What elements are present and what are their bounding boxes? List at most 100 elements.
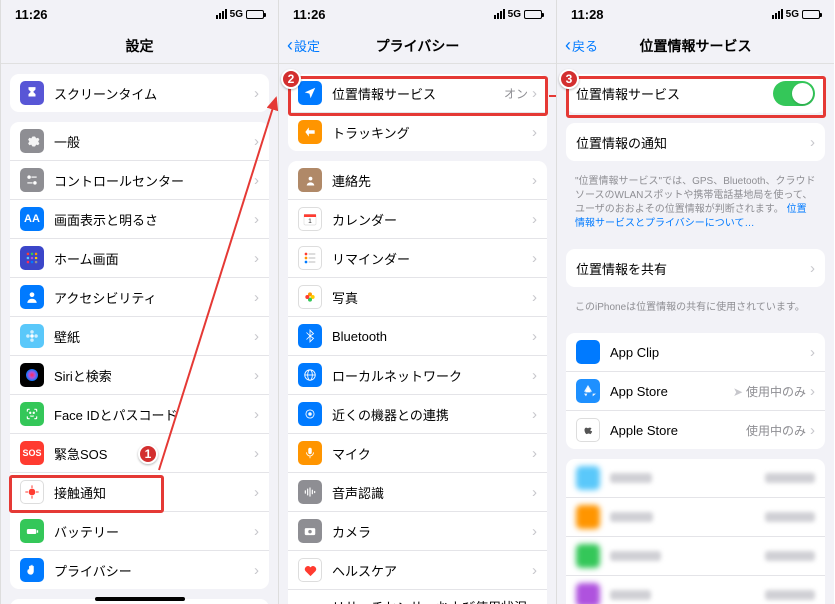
- row-label: App Store: [610, 384, 733, 399]
- list-item[interactable]: カメラ›: [288, 512, 547, 551]
- row-detail: 使用中のみ: [746, 422, 806, 439]
- apple-icon: [576, 418, 600, 442]
- list-item[interactable]: 位置情報の通知›: [566, 123, 825, 161]
- chevron-right-icon: ›: [532, 406, 537, 423]
- appclip-icon: [576, 340, 600, 364]
- chevron-right-icon: ›: [254, 484, 259, 501]
- calendar-icon: 1: [298, 207, 322, 231]
- chevron-right-icon: ›: [254, 85, 259, 102]
- list-item[interactable]: ローカルネットワーク›: [288, 356, 547, 395]
- row-label: 位置情報を共有: [576, 259, 810, 278]
- chevron-right-icon: ›: [254, 250, 259, 267]
- footer-note-2: このiPhoneは位置情報の共有に使用されています。: [557, 297, 834, 323]
- list-item[interactable]: AA画面表示と明るさ›: [10, 200, 269, 239]
- list-item[interactable]: App Store➤使用中のみ›: [566, 372, 825, 411]
- list-item-blurred: [566, 576, 825, 604]
- list-item[interactable]: リサーチセンサーおよび使用状況データ›: [288, 590, 547, 604]
- chevron-right-icon: ›: [254, 406, 259, 423]
- row-label: プライバシー: [54, 561, 254, 580]
- row-label: Bluetooth: [332, 329, 532, 344]
- list-item[interactable]: Bluetooth›: [288, 317, 547, 356]
- content-scroll[interactable]: 位置情報サービス 位置情報の通知› "位置情報サービス"では、GPS、Bluet…: [557, 64, 834, 604]
- list-item[interactable]: トラッキング›: [288, 113, 547, 151]
- list-item[interactable]: 接触通知›: [10, 473, 269, 512]
- list-item[interactable]: マイク›: [288, 434, 547, 473]
- time: 11:28: [571, 7, 604, 22]
- row-label: 近くの機器との連携: [332, 405, 532, 424]
- status-icons: 5G: [494, 9, 542, 20]
- list-item[interactable]: スクリーンタイム›: [10, 74, 269, 112]
- chevron-right-icon: ›: [532, 211, 537, 228]
- row-label: 位置情報の通知: [576, 133, 810, 152]
- list-item[interactable]: ヘルスケア›: [288, 551, 547, 590]
- faceid-icon: [20, 402, 44, 426]
- list-item[interactable]: 写真›: [288, 278, 547, 317]
- row-detail: オン: [504, 85, 528, 102]
- row-label: 音声認識: [332, 483, 532, 502]
- row-label: カメラ: [332, 522, 532, 541]
- list-item[interactable]: Face IDとパスコード›: [10, 395, 269, 434]
- chevron-right-icon: ›: [810, 260, 815, 277]
- list-item[interactable]: 壁紙›: [10, 317, 269, 356]
- list-item[interactable]: ホーム画面›: [10, 239, 269, 278]
- chevron-right-icon: ›: [532, 250, 537, 267]
- gear-icon: [20, 129, 44, 153]
- list-item[interactable]: 連絡先›: [288, 161, 547, 200]
- row-label: 一般: [54, 132, 254, 151]
- row-label: 接触通知: [54, 483, 254, 502]
- appstore-icon: [576, 379, 600, 403]
- list-item[interactable]: リマインダー›: [288, 239, 547, 278]
- badge-3: 3: [559, 69, 579, 89]
- chevron-right-icon: ›: [254, 289, 259, 306]
- sos-icon: SOS: [20, 441, 44, 465]
- list-item[interactable]: コントロールセンター›: [10, 161, 269, 200]
- back-button[interactable]: ‹ 戻る: [565, 35, 598, 56]
- hand-icon: [20, 558, 44, 582]
- row-label: トラッキング: [332, 123, 532, 142]
- nav-bar: 設定: [1, 28, 278, 64]
- home-indicator: [95, 597, 185, 601]
- content-scroll[interactable]: 位置情報サービスオン›トラッキング› 連絡先›1カレンダー›リマインダー›写真›…: [279, 64, 556, 604]
- row-label: Apple Store: [610, 423, 746, 438]
- content-scroll[interactable]: スクリーンタイム› 一般›コントロールセンター›AA画面表示と明るさ›ホーム画面…: [1, 64, 278, 604]
- chevron-right-icon: ›: [532, 328, 537, 345]
- row-label: アクセシビリティ: [54, 288, 254, 307]
- chevron-right-icon: ›: [254, 211, 259, 228]
- chevron-right-icon: ›: [532, 172, 537, 189]
- flower-icon: [20, 324, 44, 348]
- list-item[interactable]: 1 カレンダー›: [288, 200, 547, 239]
- toggle-switch[interactable]: [773, 81, 815, 106]
- list-item[interactable]: Apple Store使用中のみ›: [566, 411, 825, 449]
- list-item[interactable]: 一般›: [10, 122, 269, 161]
- textsize-icon: AA: [20, 207, 44, 231]
- camera-icon: [298, 519, 322, 543]
- nearby-icon: [298, 402, 322, 426]
- list-item[interactable]: プライバシー›: [10, 551, 269, 589]
- list-item[interactable]: 位置情報を共有›: [566, 249, 825, 287]
- list-item[interactable]: App Clip›: [566, 333, 825, 372]
- list-item[interactable]: 近くの機器との連携›: [288, 395, 547, 434]
- chevron-right-icon: ›: [254, 523, 259, 540]
- list-item[interactable]: Siriと検索›: [10, 356, 269, 395]
- list-item-blurred: [566, 498, 825, 537]
- list-item[interactable]: 位置情報サービスオン›: [288, 74, 547, 113]
- chevron-right-icon: ›: [254, 172, 259, 189]
- status-icons: 5G: [772, 9, 820, 20]
- row-label: スクリーンタイム: [54, 84, 254, 103]
- page-title: 設定: [126, 36, 154, 56]
- footer-note: "位置情報サービス"では、GPS、Bluetooth、クラウドソースのWLANス…: [557, 171, 834, 239]
- list-item[interactable]: バッテリー›: [10, 512, 269, 551]
- chevron-right-icon: ›: [532, 124, 537, 141]
- list-item[interactable]: 音声認識›: [288, 473, 547, 512]
- list-item[interactable]: 位置情報サービス: [566, 74, 825, 113]
- row-detail: ➤使用中のみ: [733, 383, 806, 400]
- switches-icon: [20, 168, 44, 192]
- grid-icon: [20, 246, 44, 270]
- row-label: カレンダー: [332, 210, 532, 229]
- nav-bar: ‹ 設定 プライバシー: [279, 28, 556, 64]
- chevron-right-icon: ›: [532, 367, 537, 384]
- page-title: プライバシー: [376, 36, 460, 56]
- back-button[interactable]: ‹ 設定: [287, 35, 320, 56]
- list-item[interactable]: アクセシビリティ›: [10, 278, 269, 317]
- chevron-right-icon: ›: [254, 562, 259, 579]
